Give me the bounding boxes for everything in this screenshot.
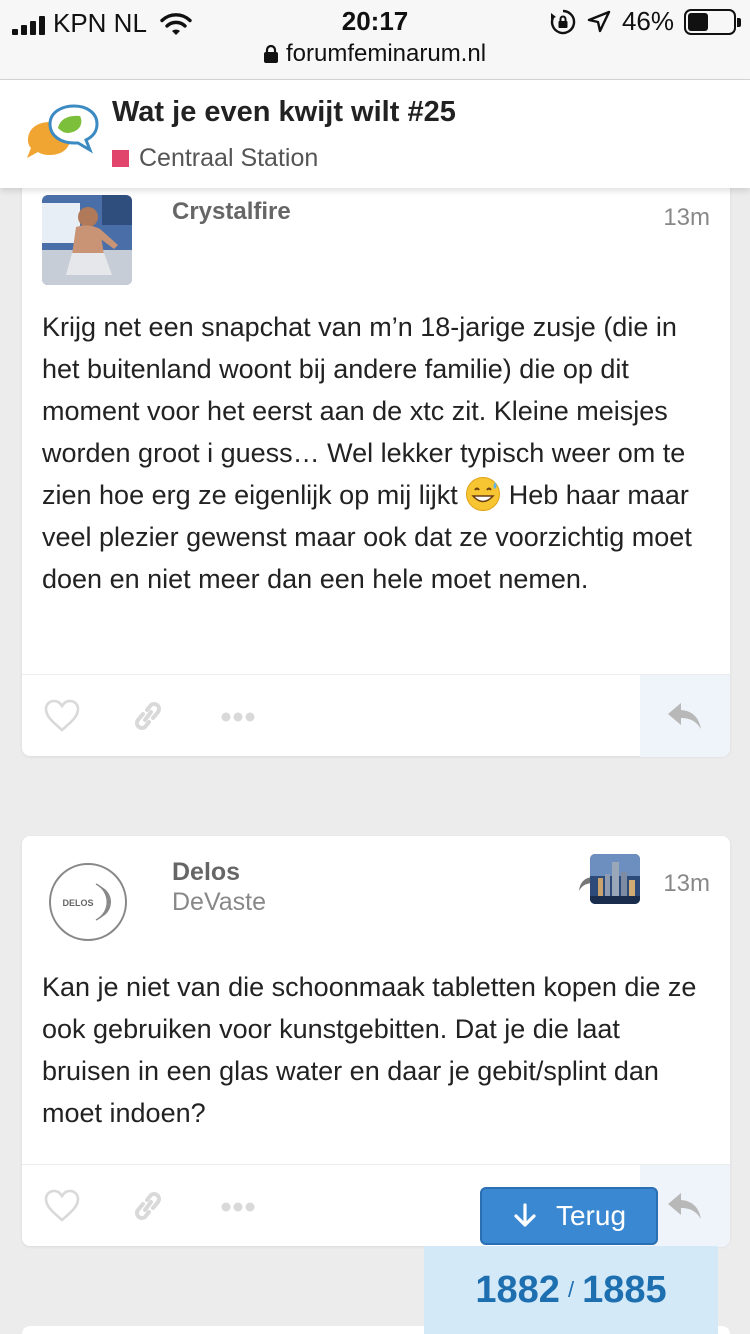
like-heart-icon[interactable]	[44, 1189, 80, 1223]
reply-button[interactable]	[640, 675, 730, 757]
user-title: DeVaste	[172, 888, 267, 916]
url-text: forumfeminarum.nl	[285, 40, 487, 67]
post-body: Kan je niet van die schoonmaak tabletten…	[42, 972, 697, 1128]
battery-fill	[688, 12, 709, 31]
post-time[interactable]: 13m	[663, 204, 710, 232]
progress-total: 1885	[582, 1268, 667, 1311]
status-right: 46%	[550, 6, 741, 37]
avatar[interactable]	[42, 195, 132, 285]
address-bar[interactable]: forumfeminarum.nl	[0, 40, 750, 68]
category-color-swatch	[112, 150, 129, 167]
avatar[interactable]: DELOS	[48, 862, 128, 942]
arrow-down-icon	[514, 1203, 536, 1227]
battery-percent: 46%	[621, 6, 674, 36]
link-icon[interactable]	[130, 699, 166, 733]
topic-header: Wat je even kwijt wilt #25 Centraal Stat…	[0, 80, 750, 188]
back-button[interactable]: Terug	[480, 1187, 658, 1245]
location-arrow-icon	[587, 10, 611, 32]
progress-current: 1882	[475, 1268, 560, 1311]
more-options-icon[interactable]	[220, 1201, 256, 1213]
post-time[interactable]: 13m	[663, 870, 710, 898]
back-button-label: Terug	[555, 1200, 627, 1231]
topic-title[interactable]: Wat je even kwijt wilt #25	[112, 96, 456, 129]
lock-icon	[263, 45, 278, 63]
like-heart-icon[interactable]	[44, 699, 80, 733]
post: Crystalfire 13m Krijg net een snapchat v…	[22, 150, 730, 757]
rotation-lock-icon	[550, 9, 576, 34]
post-body: Krijg net een snapchat van m’n 18-jarige…	[42, 306, 710, 600]
post: DELOS Delos DeVaste 13m Kan je niet van …	[22, 836, 730, 1247]
reply-icon	[668, 1193, 701, 1219]
post-actions	[22, 674, 730, 757]
reply-icon	[668, 703, 701, 729]
battery-icon	[684, 8, 741, 35]
avatar-logo-text: DELOS	[62, 898, 93, 908]
more-options-icon[interactable]	[220, 711, 256, 723]
topic-progress[interactable]: 1882 / 1885	[424, 1246, 718, 1334]
status-bar: KPN NL 20:17 46% forumfeminarum.nl	[0, 0, 750, 80]
link-icon[interactable]	[130, 1189, 166, 1223]
category-badge[interactable]: Centraal Station	[112, 144, 318, 173]
post-username[interactable]: Delos	[172, 858, 240, 887]
grinning-sweat-emoji-icon	[466, 477, 501, 511]
forum-logo[interactable]	[24, 102, 100, 170]
reply-to-avatar[interactable]	[590, 854, 640, 904]
category-name: Centraal Station	[139, 144, 319, 172]
progress-separator: /	[567, 1277, 575, 1302]
post-username[interactable]: Crystalfire	[172, 198, 291, 226]
